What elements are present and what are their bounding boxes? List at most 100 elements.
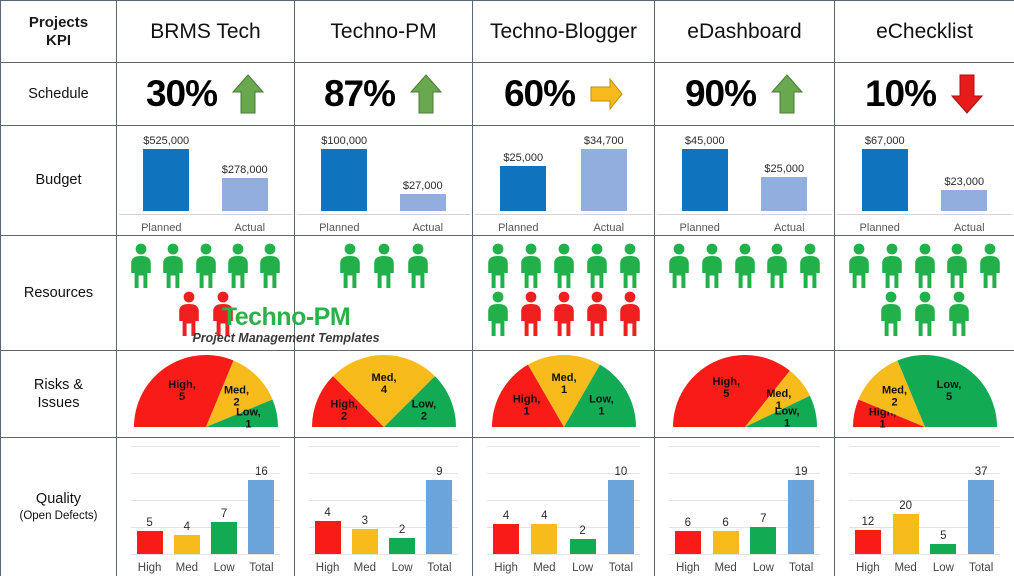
resources-pictogram <box>655 236 834 350</box>
quality-plot: 4 4 2 10 <box>487 446 640 554</box>
person-green-icon <box>373 243 394 288</box>
resource-person-green <box>613 242 646 290</box>
resource-person-green <box>367 242 401 290</box>
risk-label-low: Low, <box>774 405 799 417</box>
budget-planned-value: $67,000 <box>864 135 905 147</box>
budget-actual-column: $278,000 <box>209 132 281 231</box>
budget-actual-value: $25,000 <box>764 163 805 175</box>
risk-label-high: High, <box>168 379 196 391</box>
person-green-icon <box>799 243 820 288</box>
risk-value-high: 1 <box>523 405 529 417</box>
budget-cell-brms-tech: $525,000 $278,000 Planned Actual <box>116 125 295 236</box>
resources-row: Resources <box>0 235 1014 351</box>
quality-column-low: 5 <box>926 446 961 554</box>
resource-person-green <box>696 242 729 290</box>
risk-label-high: High, <box>330 399 358 411</box>
quality-bar-total <box>968 480 995 554</box>
person-green-icon <box>407 243 428 288</box>
risk-value-low: 2 <box>420 411 426 423</box>
quality-column-med: 6 <box>708 446 743 554</box>
quality-value-low: 5 <box>940 530 947 542</box>
quality-bar-low <box>930 544 957 554</box>
quality-column-low: 2 <box>565 446 600 554</box>
risk-label-low: Low, <box>236 407 261 419</box>
risk-value-med: 2 <box>891 397 897 409</box>
column-header-edashboard: eDashboard <box>654 0 835 63</box>
quality-column-total: 10 <box>603 446 638 554</box>
person-green-icon <box>619 243 640 288</box>
budget-planned-bar <box>500 166 547 211</box>
resource-person-green <box>254 242 286 290</box>
column-header-echecklist: eChecklist <box>834 0 1014 63</box>
person-red-icon <box>619 291 640 336</box>
quality-column-med: 4 <box>527 446 562 554</box>
budget-planned-column: $100,000 <box>308 132 380 231</box>
quality-bar-low <box>750 527 777 554</box>
quality-plot: 4 3 2 9 <box>309 446 458 554</box>
budget-cell-echecklist: $67,000 $23,000 Planned Actual <box>834 125 1014 236</box>
resource-person-green <box>908 290 942 338</box>
budget-axis-label-actual: Actual <box>412 222 444 234</box>
row-label-quality: Quality (Open Defects) <box>0 437 117 576</box>
risks-cell-brms-tech: High, 5 Med, 2 Low, 1 <box>116 350 295 438</box>
schedule-percent: 60% <box>503 73 576 114</box>
quality-column-high: 4 <box>310 446 344 554</box>
budget-actual-bar <box>580 149 627 211</box>
quality-bar-high <box>493 524 520 554</box>
kpi-table: Projects KPI BRMS Tech Techno-PM Techno-… <box>0 0 1014 576</box>
budget-axis-labels: Planned Actual <box>655 222 834 234</box>
quality-axis-label-low: Low <box>932 562 954 574</box>
resource-icon-row <box>843 242 1006 290</box>
arrow-up-icon <box>231 74 265 114</box>
quality-bar-high <box>674 531 701 554</box>
budget-axis-label-planned: Planned <box>859 222 900 234</box>
schedule-cell-brms-tech: 30% <box>116 62 295 126</box>
budget-axis-labels: Planned Actual <box>117 222 294 234</box>
quality-value-high: 4 <box>502 510 510 522</box>
budget-axis-labels: Planned Actual <box>835 222 1014 234</box>
quality-value-total: 16 <box>254 466 268 478</box>
resource-person-green <box>941 242 974 290</box>
resources-pictogram <box>835 236 1014 350</box>
quality-axis-label-total: Total <box>788 562 814 574</box>
quality-value-high: 4 <box>324 507 331 519</box>
quality-value-total: 37 <box>974 466 988 478</box>
corner-title-line1: Projects <box>28 13 89 31</box>
quality-column-low: 7 <box>207 446 241 554</box>
quality-axis-label-low: Low <box>391 562 413 574</box>
resource-icon-row <box>303 242 464 290</box>
quality-cell-echecklist: 12 20 5 37 High Med Low Total <box>834 437 1014 576</box>
resource-person-green <box>125 242 157 290</box>
risk-label-low: Low, <box>411 399 436 411</box>
risk-label-high: High, <box>712 376 740 388</box>
quality-column-total: 19 <box>784 446 819 554</box>
risk-label-med: Med, <box>223 385 248 397</box>
quality-column-high: 6 <box>671 446 706 554</box>
resource-person-green <box>843 242 876 290</box>
person-green-icon <box>947 243 967 288</box>
column-header-brms-tech: BRMS Tech <box>116 0 295 63</box>
row-label-quality-sub: (Open Defects) <box>19 510 98 523</box>
quality-bar-low <box>569 539 596 554</box>
quality-gridline <box>309 554 458 555</box>
resources-cell-echecklist <box>834 235 1014 351</box>
quality-value-low: 7 <box>760 513 767 525</box>
quality-column-med: 4 <box>170 446 204 554</box>
quality-gridline <box>487 554 640 555</box>
budget-actual-value: $23,000 <box>944 176 985 188</box>
budget-axis-line <box>657 214 832 215</box>
schedule-cell-edashboard: 90% <box>654 62 835 126</box>
person-green-icon <box>553 243 574 288</box>
resource-icon-row <box>125 290 286 338</box>
quality-cell-techno-blogger: 4 4 2 10 High Med Low Total <box>472 437 655 576</box>
risk-label-low: Low, <box>589 393 614 405</box>
risks-cell-edashboard: High, 5 Med, 1 Low, 1 <box>654 350 835 438</box>
person-green-icon <box>195 243 216 288</box>
risk-value-low: 1 <box>598 405 604 417</box>
quality-axis-label-total: Total <box>427 562 452 574</box>
resource-person-green <box>728 242 761 290</box>
budget-axis-line <box>475 214 652 215</box>
quality-value-total: 9 <box>436 466 443 478</box>
risks-cell-echecklist: High, 1 Med, 2 Low, 5 <box>834 350 1014 438</box>
budget-chart: $525,000 $278,000 <box>127 132 284 231</box>
